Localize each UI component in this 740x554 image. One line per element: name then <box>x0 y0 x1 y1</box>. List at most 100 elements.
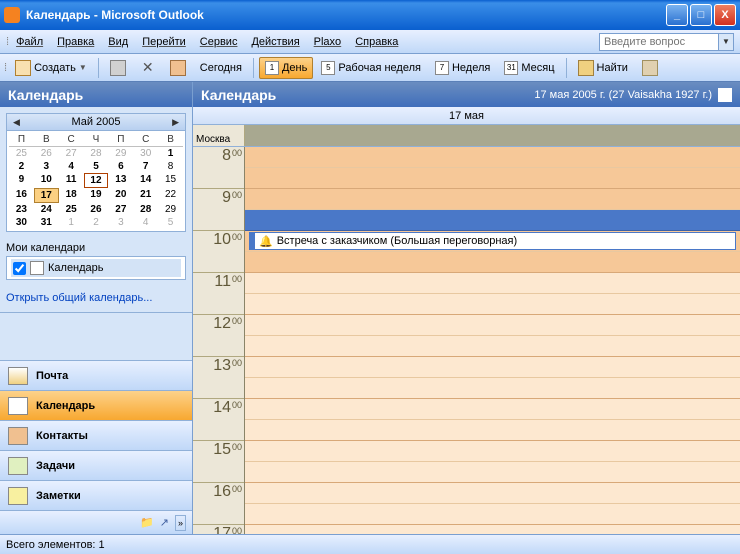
my-calendars-label: Мои календари <box>0 238 192 256</box>
date-cell[interactable]: 15 <box>158 173 183 188</box>
menu-actions[interactable]: Действия <box>244 33 306 51</box>
address-book-button[interactable] <box>636 57 664 79</box>
allday-area[interactable] <box>245 125 740 146</box>
date-cell[interactable]: 18 <box>59 188 84 203</box>
date-cell[interactable]: 25 <box>59 203 84 216</box>
date-cell[interactable]: 8 <box>158 160 183 173</box>
menu-view[interactable]: Вид <box>101 33 135 51</box>
date-cell[interactable]: 3 <box>34 160 59 173</box>
date-cell[interactable]: 21 <box>133 188 158 203</box>
date-cell[interactable]: 19 <box>84 188 109 203</box>
date-cell[interactable]: 28 <box>84 147 109 160</box>
date-cell[interactable]: 24 <box>34 203 59 216</box>
date-cell[interactable]: 23 <box>9 203 34 216</box>
nav-contacts[interactable]: Контакты <box>0 420 192 450</box>
app-icon <box>4 7 20 23</box>
print-icon <box>110 60 126 76</box>
date-cell[interactable]: 30 <box>9 216 34 229</box>
date-cell[interactable]: 4 <box>133 216 158 229</box>
print-button[interactable] <box>104 57 132 79</box>
date-cell[interactable]: 26 <box>34 147 59 160</box>
notes-icon <box>8 487 28 505</box>
date-cell[interactable]: 5 <box>84 160 109 173</box>
date-cell[interactable]: 1 <box>59 216 84 229</box>
new-label: Создать <box>34 62 76 74</box>
delete-button[interactable]: ✕ <box>134 57 162 79</box>
nav-tasks[interactable]: Задачи <box>0 450 192 480</box>
nav-notes[interactable]: Заметки <box>0 480 192 510</box>
date-cell[interactable]: 11 <box>59 173 84 188</box>
menu-go[interactable]: Перейти <box>135 33 193 51</box>
date-cell[interactable]: 12 <box>84 173 109 188</box>
next-month-button[interactable]: ▶ <box>169 117 182 128</box>
calendar-list-item[interactable]: Календарь <box>11 259 181 277</box>
find-button[interactable]: Найти <box>572 57 634 79</box>
date-cell[interactable]: 7 <box>133 160 158 173</box>
contacts-icon <box>8 427 28 445</box>
calendar-checkbox[interactable] <box>13 262 26 275</box>
calendar-header-icon[interactable] <box>718 88 732 102</box>
prev-month-button[interactable]: ◀ <box>10 117 23 128</box>
date-cell[interactable]: 6 <box>108 160 133 173</box>
nav-mail[interactable]: Почта <box>0 360 192 390</box>
workweek-view-button[interactable]: 5Рабочая неделя <box>315 57 427 79</box>
date-cell[interactable]: 4 <box>59 160 84 173</box>
find-label: Найти <box>597 62 628 74</box>
maximize-button[interactable]: □ <box>690 4 712 26</box>
appointment-area[interactable]: 🔔 Встреча с заказчиком (Большая перегово… <box>245 147 740 534</box>
date-cell[interactable]: 10 <box>34 173 59 188</box>
day-icon: 1 <box>265 61 279 75</box>
day-label: День <box>282 62 307 74</box>
nav-calendar[interactable]: Календарь <box>0 390 192 420</box>
date-cell[interactable]: 1 <box>158 147 183 160</box>
nav-folder-icon[interactable]: 📁 <box>140 516 154 529</box>
date-cell[interactable]: 9 <box>9 173 34 188</box>
date-cell[interactable]: 14 <box>133 173 158 188</box>
menu-edit[interactable]: Правка <box>50 33 101 51</box>
menu-service[interactable]: Сервис <box>193 33 245 51</box>
date-cell[interactable]: 20 <box>108 188 133 203</box>
nav-configure-button[interactable]: » <box>175 515 186 531</box>
date-cell[interactable]: 2 <box>9 160 34 173</box>
time-scale: 80090010001100120013001400150016001700 <box>193 147 245 534</box>
status-bar: Всего элементов: 1 <box>0 534 740 554</box>
day-view-button[interactable]: 1День <box>259 57 313 79</box>
date-picker[interactable]: ПВСЧПСВ 25262728293012345678910111213141… <box>6 131 186 232</box>
new-button[interactable]: Создать▼ <box>9 57 93 79</box>
appointment-subject: Встреча с заказчиком (Большая переговорн… <box>277 235 517 247</box>
date-cell[interactable]: 30 <box>133 147 158 160</box>
today-label: Сегодня <box>200 62 242 74</box>
date-cell[interactable]: 27 <box>59 147 84 160</box>
menu-help[interactable]: Справка <box>348 33 405 51</box>
today-button[interactable]: Сегодня <box>194 57 248 79</box>
calendar-settings-button[interactable] <box>164 57 192 79</box>
date-cell[interactable]: 29 <box>108 147 133 160</box>
date-cell[interactable]: 5 <box>158 216 183 229</box>
date-cell[interactable]: 27 <box>108 203 133 216</box>
workweek-icon: 5 <box>321 61 335 75</box>
week-view-button[interactable]: 7Неделя <box>429 57 496 79</box>
date-cell[interactable]: 13 <box>108 173 133 188</box>
date-cell[interactable]: 2 <box>84 216 109 229</box>
minimize-button[interactable]: _ <box>666 4 688 26</box>
menu-file[interactable]: Файл <box>9 33 50 51</box>
calendar-nav-icon <box>8 397 28 415</box>
calendar-current-date: 17 мая 2005 г. (27 Vaisakha 1927 г.) <box>534 89 712 101</box>
date-cell[interactable]: 31 <box>34 216 59 229</box>
close-button[interactable]: X <box>714 4 736 26</box>
help-search-dropdown[interactable]: ▼ <box>719 33 734 51</box>
menu-plaxo[interactable]: Plaxo <box>307 33 349 51</box>
date-cell[interactable]: 29 <box>158 203 183 216</box>
date-cell[interactable]: 3 <box>108 216 133 229</box>
date-cell[interactable]: 28 <box>133 203 158 216</box>
open-shared-calendar-link[interactable]: Открыть общий календарь... <box>0 284 192 312</box>
date-cell[interactable]: 16 <box>9 188 34 203</box>
nav-shortcut-icon[interactable]: ↗ <box>160 516 169 529</box>
date-cell[interactable]: 22 <box>158 188 183 203</box>
date-cell[interactable]: 26 <box>84 203 109 216</box>
month-view-button[interactable]: 31Месяц <box>498 57 560 79</box>
date-cell[interactable]: 17 <box>34 188 59 203</box>
date-cell[interactable]: 25 <box>9 147 34 160</box>
help-search-input[interactable] <box>599 33 719 51</box>
appointment-item[interactable]: 🔔 Встреча с заказчиком (Большая перегово… <box>249 232 736 250</box>
